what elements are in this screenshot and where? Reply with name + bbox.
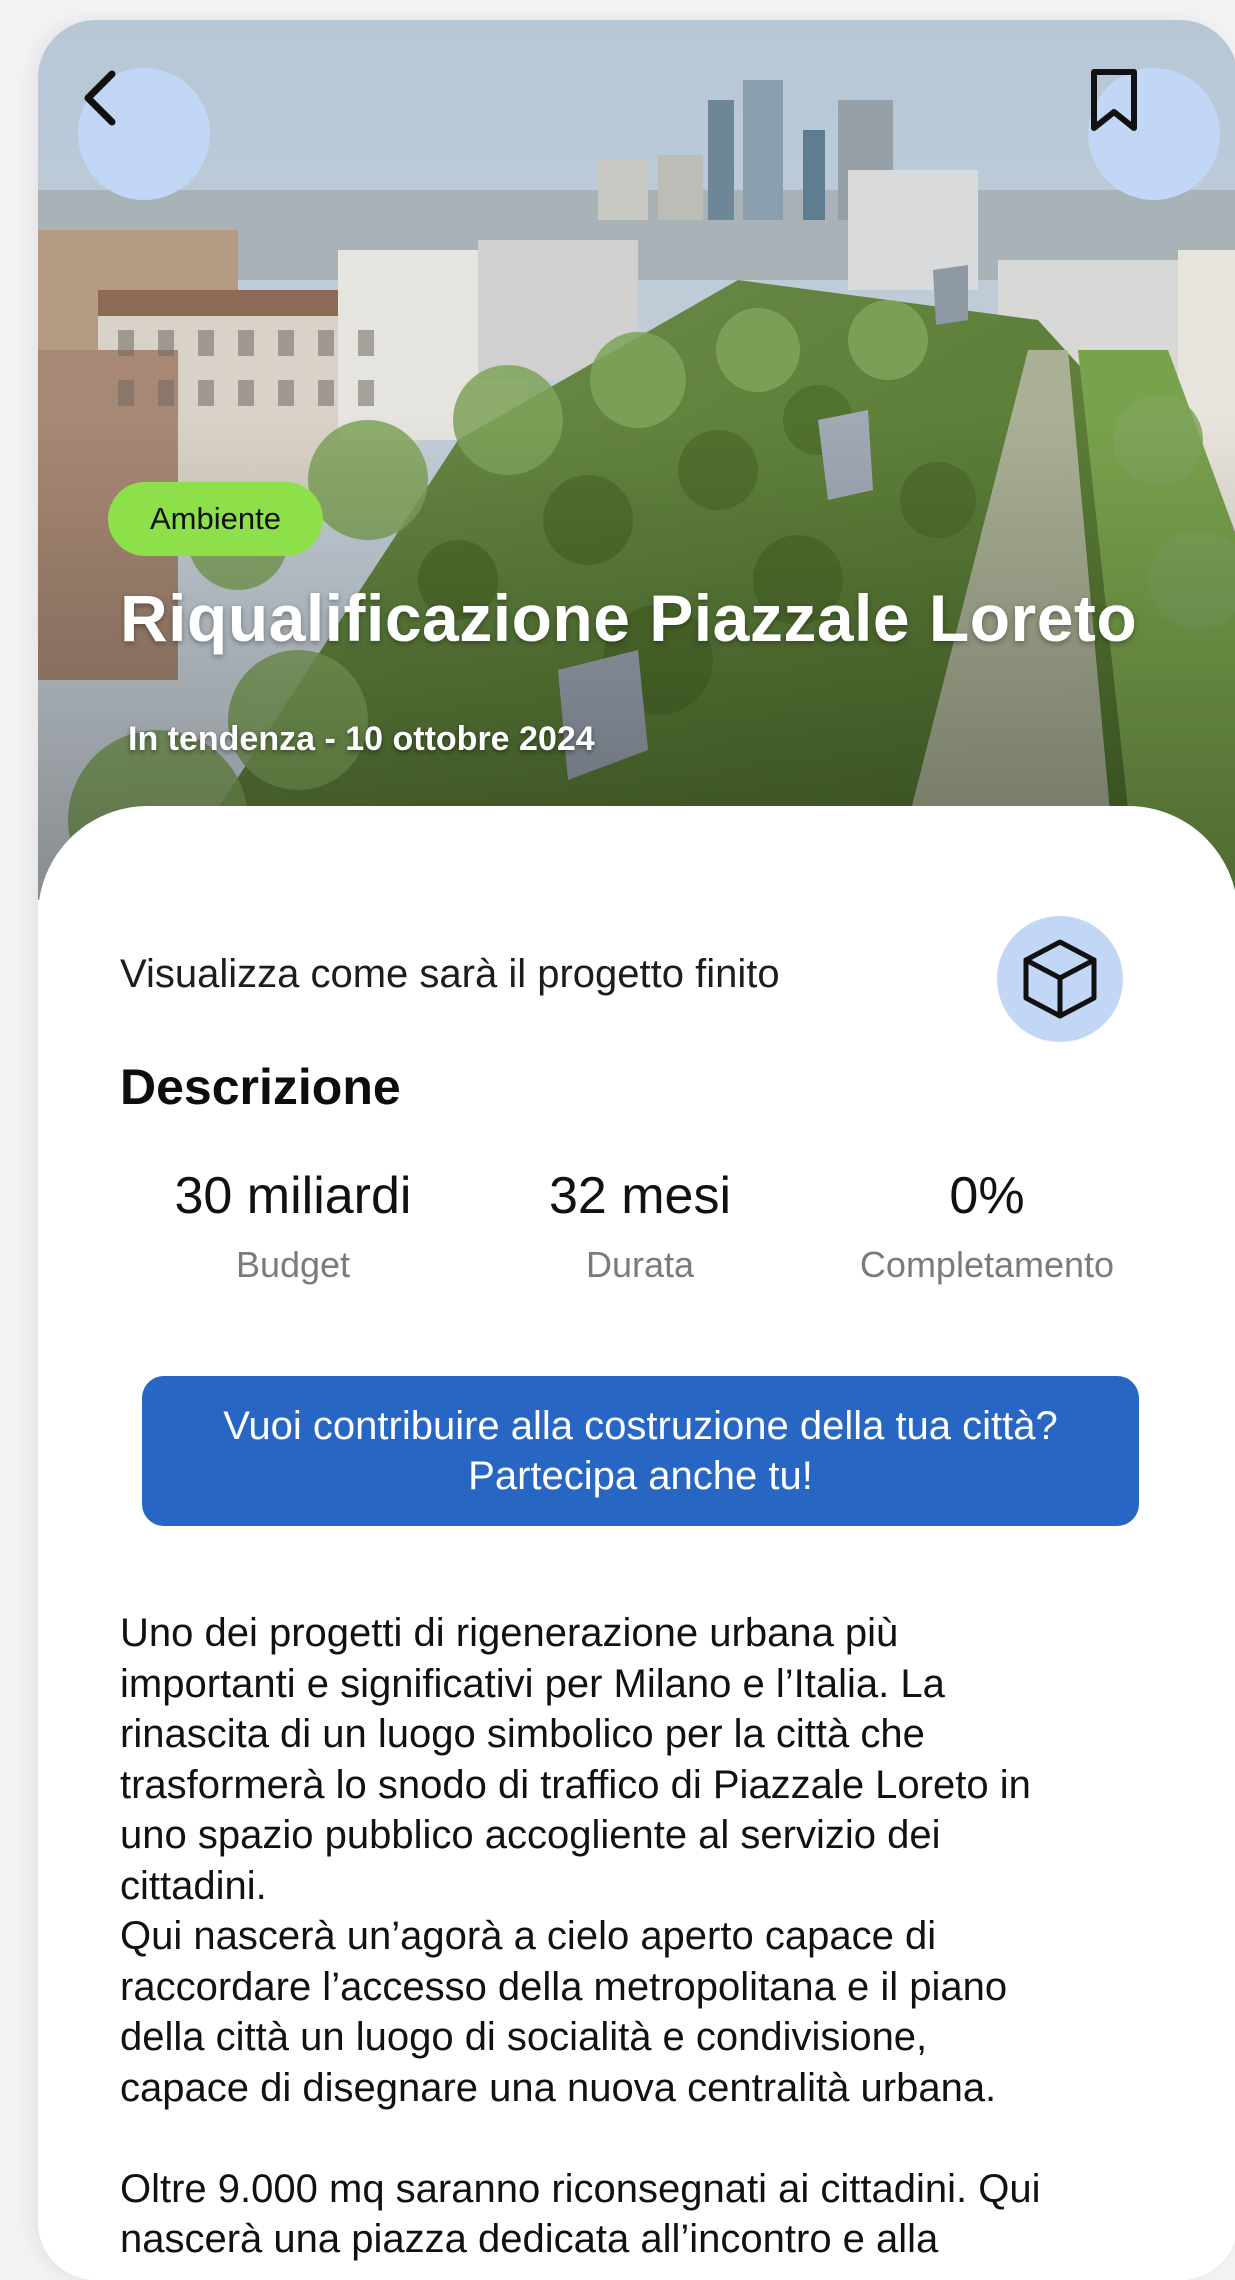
- back-button[interactable]: [78, 68, 210, 200]
- description-body: Uno dei progetti di rigenerazione urbana…: [120, 1611, 1041, 2261]
- preview-label: Visualizza come sarà il progetto finito: [120, 952, 780, 996]
- city-rooftop-garden-image: [38, 20, 1235, 900]
- stat-duration: 32 mesi Durata: [467, 1166, 813, 1286]
- stat-completion: 0% Completamento: [814, 1166, 1160, 1286]
- content-sheet: Visualizza come sarà il progetto finito …: [38, 806, 1235, 2280]
- project-stats: 30 miliardi Budget 32 mesi Durata 0% Com…: [120, 1166, 1160, 1306]
- 3d-preview-button[interactable]: [997, 916, 1123, 1042]
- project-title: Riqualificazione Piazzale Loreto: [120, 581, 1138, 655]
- hero-image: Ambiente Riqualificazione Piazzale Loret…: [38, 20, 1235, 900]
- cube-icon: [1023, 939, 1097, 1019]
- chevron-left-icon: [84, 70, 116, 126]
- bookmark-icon: [1091, 69, 1137, 131]
- stat-label: Durata: [585, 1244, 695, 1285]
- bookmark-button[interactable]: [1088, 68, 1220, 200]
- stat-budget: 30 miliardi Budget: [120, 1166, 466, 1286]
- stat-label: Completamento: [859, 1244, 1115, 1285]
- project-preview-row[interactable]: Visualizza come sarà il progetto finito: [120, 916, 1160, 1042]
- stat-value: 30 miliardi: [174, 1167, 412, 1225]
- category-tag[interactable]: Ambiente: [108, 482, 323, 556]
- trending-date: In tendenza - 10 ottobre 2024: [128, 720, 595, 758]
- participate-button[interactable]: Vuoi contribuire alla costruzione della …: [142, 1376, 1139, 1526]
- stat-value: 0%: [949, 1167, 1025, 1225]
- description-heading: Descrizione: [120, 1059, 401, 1115]
- stat-value: 32 mesi: [548, 1167, 732, 1225]
- project-detail-card: Ambiente Riqualificazione Piazzale Loret…: [38, 20, 1235, 2280]
- stat-label: Budget: [235, 1244, 351, 1285]
